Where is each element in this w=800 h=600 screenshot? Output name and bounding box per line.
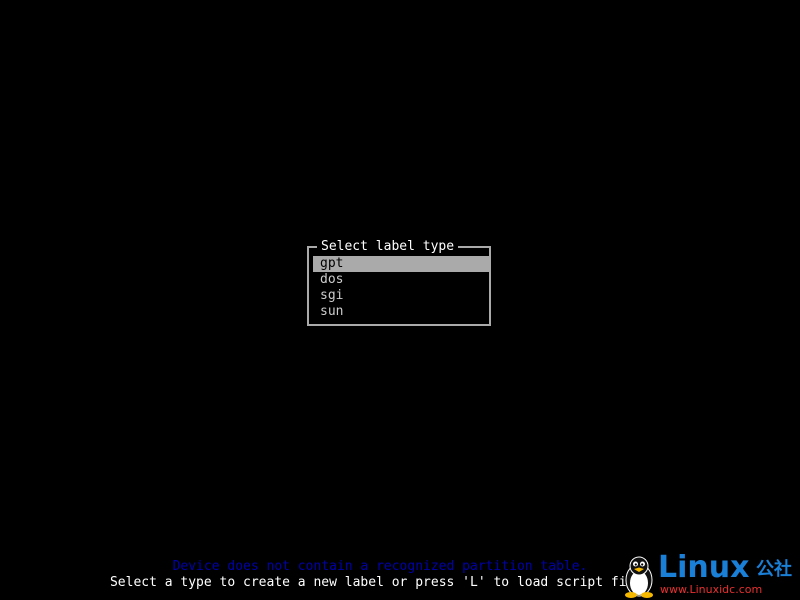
option-gpt[interactable]: gpt [313, 256, 489, 272]
watermark-url: www.Linuxidc.com [660, 583, 763, 596]
option-dos[interactable]: dos [313, 272, 489, 288]
watermark-logo: Linux 公社 www.Linuxidc.com [620, 550, 796, 598]
label-type-list: gpt dos sgi sun [313, 256, 489, 320]
option-sgi[interactable]: sgi [313, 288, 489, 304]
watermark-brand: Linux [658, 550, 750, 585]
label-type-dialog: Select label type gpt dos sgi sun [307, 239, 491, 326]
dialog-title: Select label type [317, 239, 459, 255]
penguin-icon [625, 556, 653, 598]
option-sun[interactable]: sun [313, 304, 489, 320]
watermark-suffix: 公社 [756, 559, 792, 580]
